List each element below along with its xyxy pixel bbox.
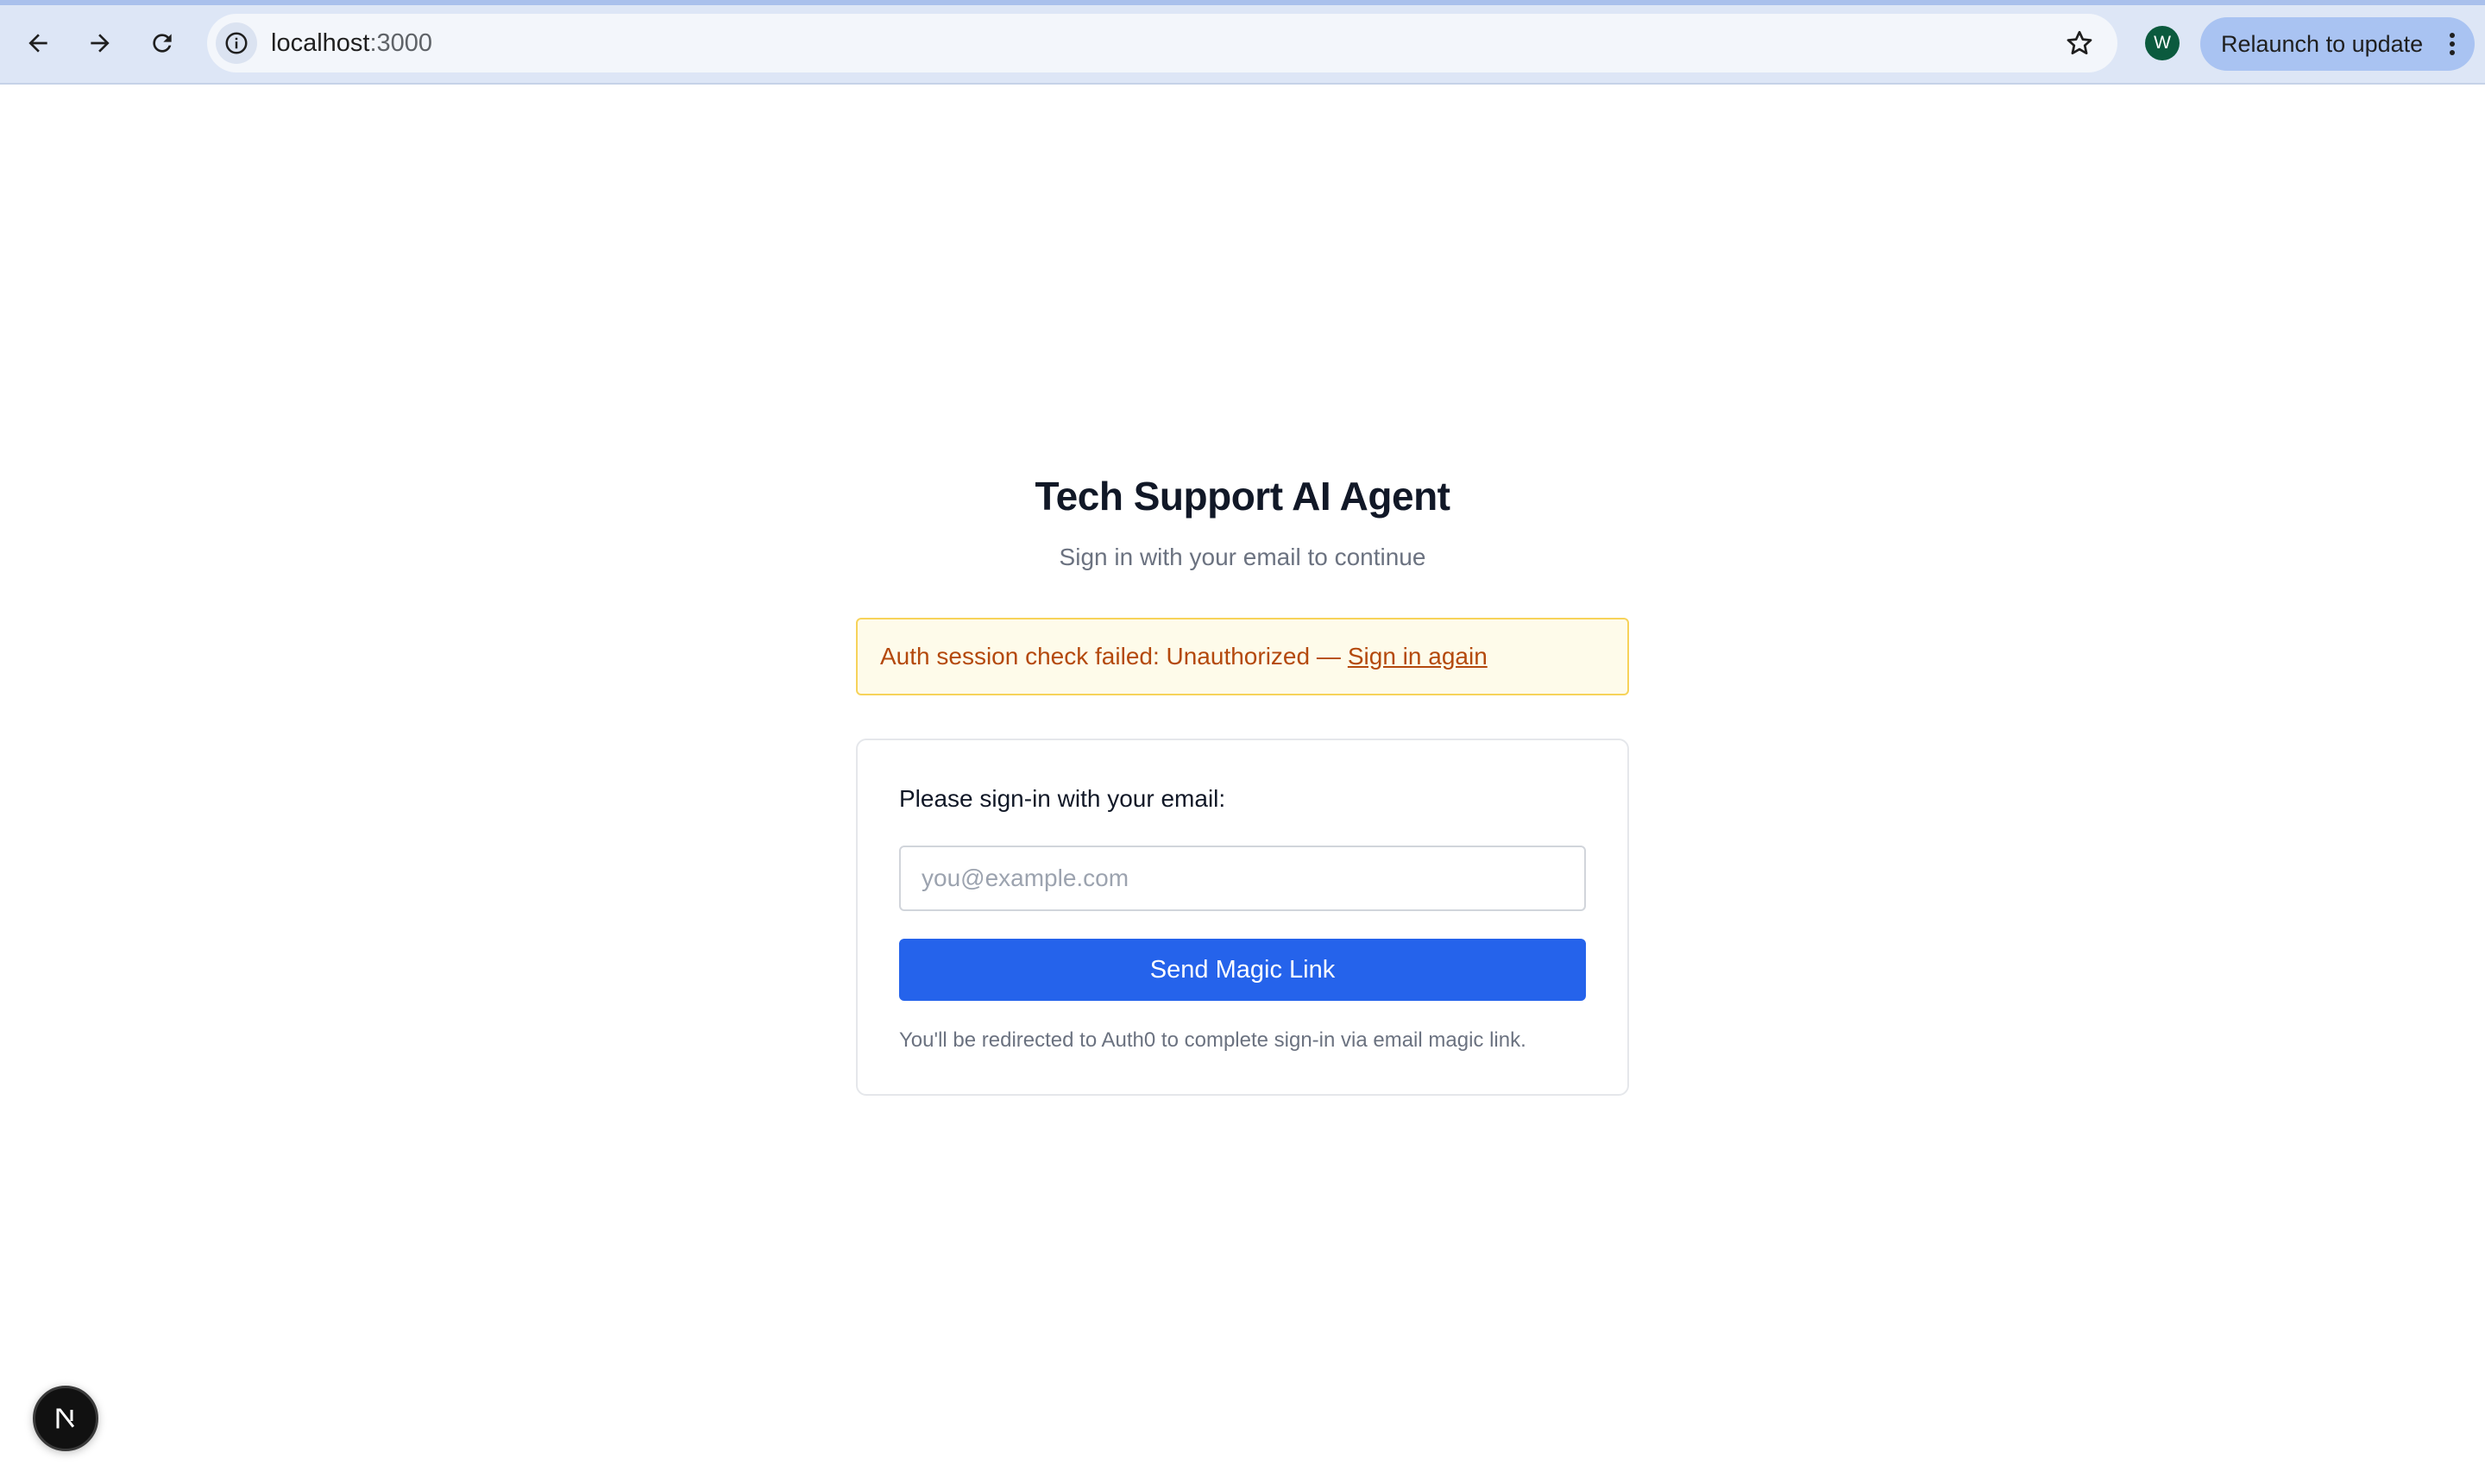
- relaunch-label: Relaunch to update: [2221, 30, 2424, 57]
- forward-arrow-icon: [91, 34, 110, 53]
- address-bar[interactable]: localhost:3000: [207, 14, 2117, 72]
- url-port: :3000: [369, 28, 433, 57]
- reload-button[interactable]: [138, 19, 186, 67]
- more-vert-icon[interactable]: [2449, 33, 2456, 55]
- back-arrow-icon: [28, 34, 47, 53]
- alert-message: Auth session check failed: Unauthorized …: [880, 643, 1341, 670]
- email-input[interactable]: [899, 846, 1586, 911]
- page-title: Tech Support AI Agent: [1035, 474, 1451, 519]
- browser-toolbar: localhost:3000 W Relaunch to update: [0, 0, 2485, 85]
- forward-button[interactable]: [76, 19, 124, 67]
- reload-icon: [153, 34, 172, 53]
- relaunch-button[interactable]: Relaunch to update: [2200, 17, 2475, 71]
- nextjs-logo-icon: [56, 1408, 75, 1429]
- nextjs-dev-indicator[interactable]: [33, 1386, 98, 1451]
- send-magic-link-button[interactable]: Send Magic Link: [899, 939, 1586, 1001]
- url-text[interactable]: localhost:3000: [271, 14, 432, 72]
- site-info-button[interactable]: [216, 22, 257, 64]
- profile-avatar[interactable]: W: [2145, 26, 2180, 60]
- bookmark-star-icon[interactable]: [2064, 28, 2095, 59]
- page-subtitle: Sign in with your email to continue: [1059, 544, 1426, 570]
- back-button[interactable]: [14, 19, 62, 67]
- url-host: localhost: [271, 28, 370, 57]
- profile-initial: W: [2154, 33, 2171, 53]
- redirect-note: You'll be redirected to Auth0 to complet…: [899, 1028, 1526, 1052]
- tab-strip-edge: [0, 0, 2485, 5]
- signin-card: Please sign-in with your email: Send Mag…: [856, 739, 1629, 1096]
- site-info-icon: [225, 32, 248, 54]
- auth-error-alert: Auth session check failed: Unauthorized …: [856, 618, 1629, 695]
- email-label: Please sign-in with your email:: [899, 785, 1226, 812]
- sign-in-again-link[interactable]: Sign in again: [1348, 643, 1488, 670]
